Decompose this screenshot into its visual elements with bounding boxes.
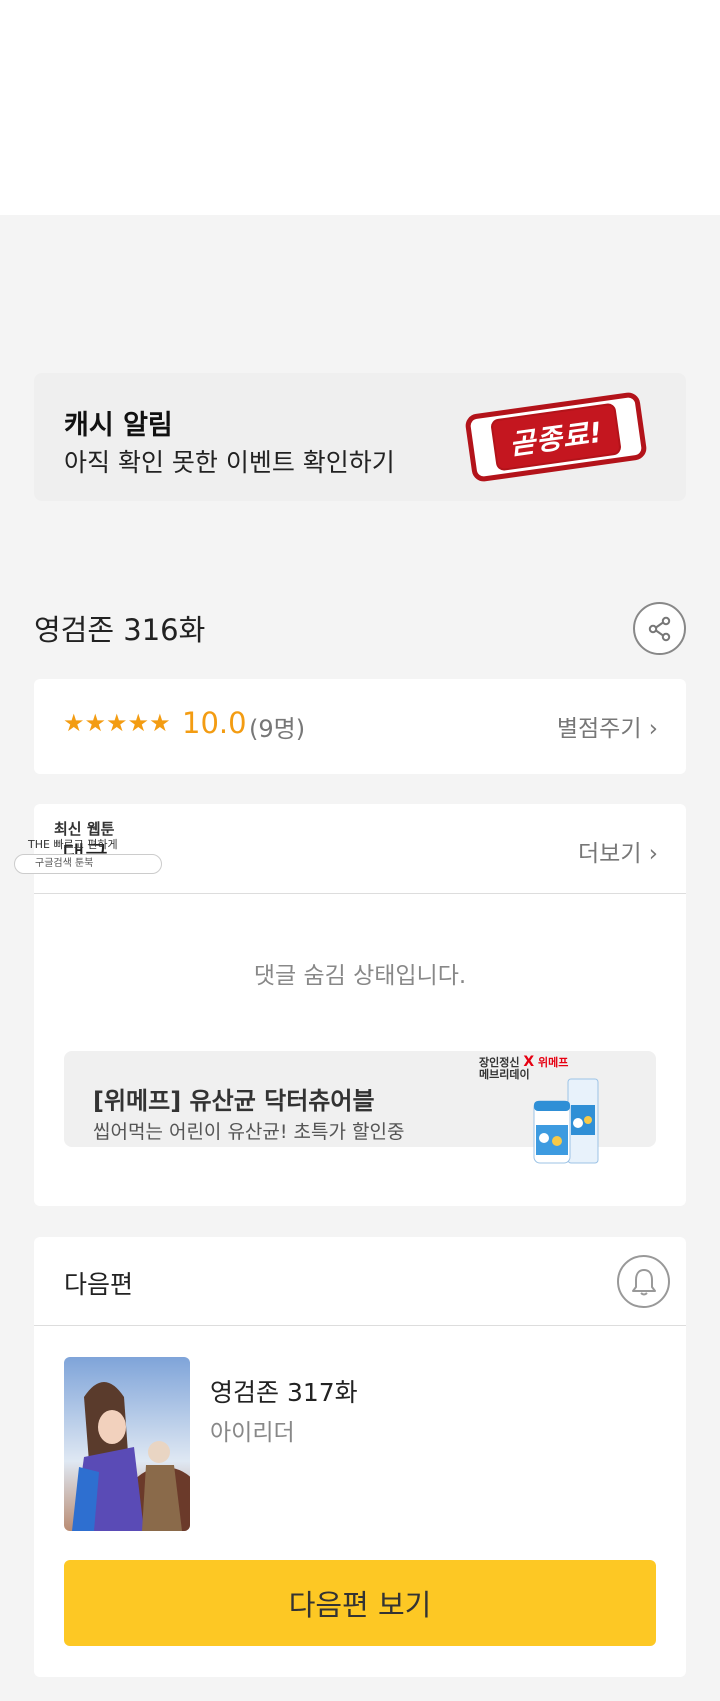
cash-notification-banner[interactable]: 캐시 알림 아직 확인 못한 이벤트 확인하기 곧종료! — [34, 373, 686, 501]
ad-title: [위메프] 유산균 닥터츄어블 — [93, 1087, 375, 1115]
floating-app-promo[interactable]: 최신 웹툰 THE 빠르고 편하게 구글검색 툰북 — [14, 818, 164, 876]
next-episode-label: 다음편 — [64, 1270, 134, 1299]
next-episode-thumbnail[interactable] — [64, 1357, 190, 1531]
promo-pill-text: 구글검색 툰북 — [35, 858, 94, 869]
comments-hidden-message: 댓글 숨김 상태입니다. — [253, 963, 467, 989]
promo-line2: THE 빠르고 편하게 — [28, 838, 118, 851]
rate-button[interactable]: 별점주기 › — [557, 709, 658, 743]
comments-more-link[interactable]: 더보기 › — [578, 834, 658, 868]
next-episode-author: 아이리더 — [210, 1420, 295, 1446]
promo-pill: 구글검색 툰북 — [14, 854, 162, 874]
rating-stars: ★★★★★ — [63, 709, 171, 737]
ad-brand-line2: 메브리데이 — [479, 1068, 530, 1081]
share-button[interactable] — [633, 602, 686, 655]
top-blank-area — [0, 0, 720, 215]
rating-score: 10.0 — [182, 706, 247, 740]
next-episode-title: 영검존 317화 — [210, 1378, 358, 1407]
cash-banner-subtitle: 아직 확인 못한 이벤트 확인하기 — [64, 448, 395, 477]
next-episode-card: 다음편 영검존 317화 아이리더 다음편 보기 — [34, 1237, 686, 1677]
stamp-text: 곧종료! — [489, 402, 623, 472]
next-episode-button[interactable]: 다음편 보기 — [64, 1560, 656, 1646]
next-episode-header: 다음편 — [34, 1237, 686, 1326]
rating-card: ★★★★★ 10.0 (9명) 별점주기 › — [34, 679, 686, 774]
product-image — [533, 1078, 599, 1164]
ad-brand-line1b: 위메프 — [537, 1056, 569, 1069]
ending-soon-stamp: 곧종료! — [464, 391, 648, 483]
episode-title: 영검존 316화 — [34, 613, 206, 647]
ad-banner[interactable]: [위메프] 유산균 닥터츄어블 씹어먹는 어린이 유산균! 초특가 할인중 장인… — [64, 1051, 656, 1164]
rating-count: (9명) — [249, 715, 306, 743]
share-icon — [648, 616, 670, 641]
notification-button[interactable] — [617, 1255, 670, 1308]
cash-banner-title: 캐시 알림 — [64, 410, 173, 441]
bell-icon — [631, 1268, 656, 1295]
ad-subtitle: 씹어먹는 어린이 유산균! 초특가 할인중 — [93, 1121, 405, 1143]
